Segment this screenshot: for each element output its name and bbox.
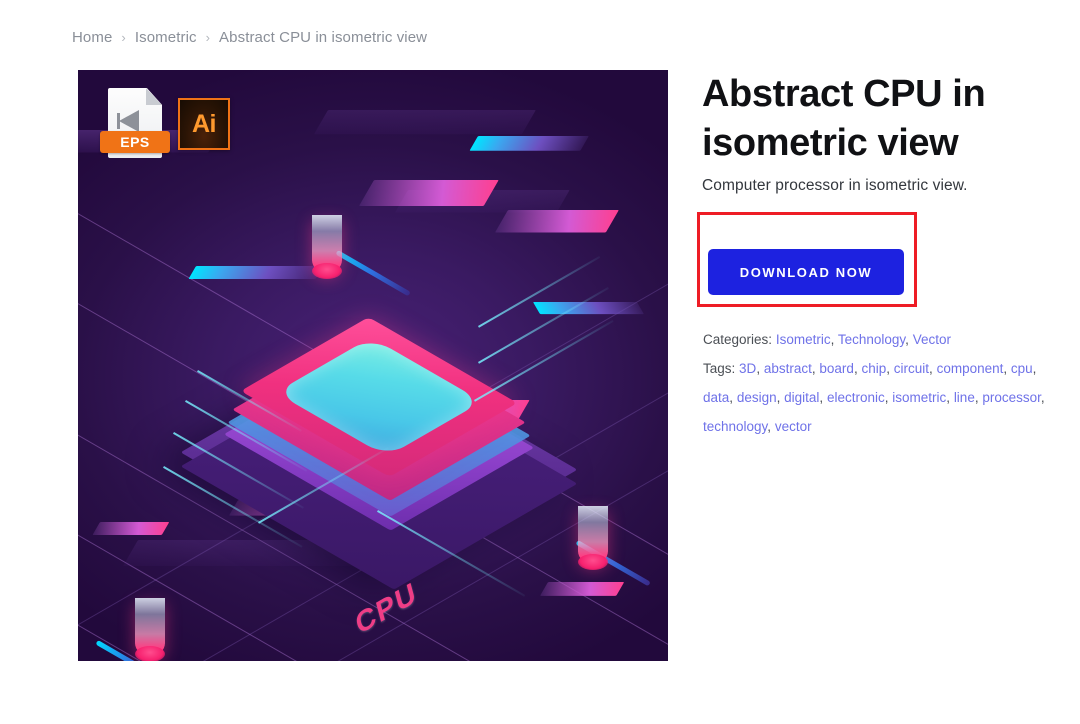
cpu-chip: CPU — [180, 270, 578, 641]
accent-bar-pink — [495, 210, 619, 233]
categories-row: Categories: Isometric, Technology, Vecto… — [703, 325, 1065, 354]
breadcrumb-item-current: Abstract CPU in isometric view — [219, 29, 428, 46]
breadcrumb: Home › Isometric › Abstract CPU in isome… — [72, 29, 427, 46]
tag-link-design[interactable]: design — [737, 390, 777, 405]
tag-link-component[interactable]: component — [937, 361, 1004, 376]
isometric-artwork: CPU — [78, 70, 668, 661]
breadcrumb-item-home[interactable]: Home — [72, 29, 112, 46]
file-format-badges: EPS Ai — [100, 88, 230, 158]
tags-row: Tags: 3D, abstract, board, chip, circuit… — [703, 354, 1065, 441]
tag-link-data[interactable]: data — [703, 390, 729, 405]
tag-link-3d[interactable]: 3D — [739, 361, 756, 376]
tag-link-circuit[interactable]: circuit — [894, 361, 929, 376]
accent-bar-cyan — [469, 136, 589, 151]
product-meta: Categories: Isometric, Technology, Vecto… — [703, 325, 1065, 441]
product-detail: Abstract CPU in isometric view Computer … — [702, 70, 1062, 195]
capacitor — [135, 598, 165, 661]
page-subtitle: Computer processor in isometric view. — [702, 177, 968, 195]
download-now-button[interactable]: DOWNLOAD NOW — [708, 249, 904, 295]
breadcrumb-separator-icon: › — [205, 30, 211, 45]
tag-link-line[interactable]: line — [954, 390, 975, 405]
page-title: Abstract CPU in isometric view — [702, 73, 986, 164]
preview-image[interactable]: CPU EPS Ai — [78, 70, 668, 661]
tag-link-digital[interactable]: digital — [784, 390, 819, 405]
accent-bar-pink — [359, 180, 499, 206]
eps-file-icon: EPS — [100, 88, 170, 158]
tag-link-cpu[interactable]: cpu — [1011, 361, 1033, 376]
breadcrumb-item-isometric[interactable]: Isometric — [135, 29, 197, 46]
tags-label: Tags: — [703, 361, 736, 376]
capacitor — [578, 506, 608, 570]
tag-link-vector[interactable]: vector — [775, 419, 812, 434]
deco-slab — [314, 110, 536, 135]
category-link-isometric[interactable]: Isometric — [776, 332, 831, 347]
tag-link-processor[interactable]: processor — [982, 390, 1041, 405]
tag-link-technology[interactable]: technology — [703, 419, 767, 434]
category-link-vector[interactable]: Vector — [913, 332, 951, 347]
accent-bar-pink — [92, 522, 170, 535]
categories-label: Categories: — [703, 332, 773, 347]
adobe-illustrator-icon: Ai — [178, 98, 230, 150]
capacitor — [312, 215, 342, 279]
grid-line — [78, 590, 668, 661]
eps-label: EPS — [100, 131, 170, 153]
tag-link-isometric[interactable]: isometric — [892, 390, 946, 405]
eps-arrow-icon — [119, 110, 139, 132]
tags-list: 3D, abstract, board, chip, circuit, comp… — [703, 361, 1045, 434]
tag-link-abstract[interactable]: abstract — [764, 361, 812, 376]
categories-list: Isometric, Technology, Vector — [775, 332, 951, 347]
tag-link-electronic[interactable]: electronic — [827, 390, 885, 405]
tag-link-chip[interactable]: chip — [861, 361, 886, 376]
category-link-technology[interactable]: Technology — [838, 332, 905, 347]
breadcrumb-separator-icon: › — [121, 30, 126, 45]
tag-link-board[interactable]: board — [819, 361, 854, 376]
